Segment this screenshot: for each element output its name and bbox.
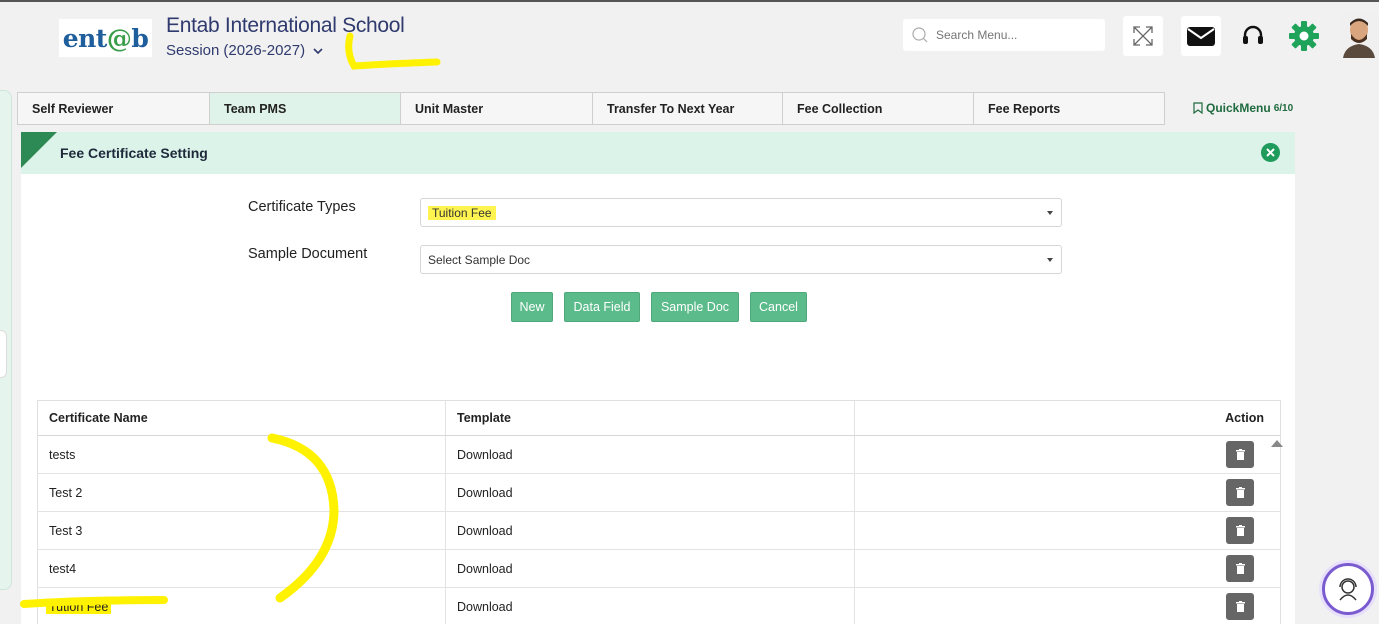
session-value: (2026-2027) (223, 42, 306, 59)
trash-icon (1235, 525, 1245, 536)
agent-icon (1339, 578, 1357, 601)
trash-icon (1235, 563, 1245, 574)
header-certificate-name: Certificate Name (38, 401, 446, 435)
table-row: Test 2 Download (38, 474, 1280, 512)
caret-down-icon (1047, 211, 1053, 215)
download-link[interactable]: Download (446, 512, 855, 549)
action-cell (855, 436, 1264, 473)
mail-icon (1187, 27, 1215, 46)
action-cell (855, 588, 1264, 624)
table-row: test4 Download (38, 550, 1280, 588)
session-label: Session (166, 42, 220, 59)
tab-transfer-to-next-year[interactable]: Transfer To Next Year (593, 93, 783, 124)
cancel-button[interactable]: Cancel (750, 292, 807, 322)
tab-team-pms[interactable]: Team PMS (210, 93, 401, 124)
search-input[interactable] (936, 28, 1096, 42)
user-avatar[interactable] (1339, 14, 1379, 58)
quickmenu-label: QuickMenu (1206, 101, 1271, 115)
certificate-types-select[interactable]: Tuition Fee (420, 198, 1062, 227)
download-link[interactable]: Download (446, 550, 855, 587)
session-selector[interactable]: Session (2026-2027) (166, 42, 323, 59)
certificate-name: Test 2 (38, 474, 446, 511)
header-action: Action (1225, 411, 1264, 425)
sample-document-label: Sample Document (248, 246, 368, 262)
bookmark-icon (1193, 102, 1203, 114)
new-button[interactable]: New (511, 292, 553, 322)
trash-icon (1235, 601, 1245, 612)
delete-button[interactable] (1226, 555, 1254, 582)
download-link[interactable]: Download (446, 474, 855, 511)
download-link[interactable]: Download (446, 588, 855, 624)
support-button[interactable] (1233, 16, 1273, 56)
tab-self-reviewer[interactable]: Self Reviewer (18, 93, 210, 124)
certificate-name: Test 3 (38, 512, 446, 549)
highlight-underline (20, 596, 168, 608)
sample-document-select[interactable]: Select Sample Doc (420, 245, 1062, 274)
chevron-down-icon (313, 47, 323, 54)
action-cell (855, 474, 1264, 511)
highlight-bracket (267, 433, 339, 603)
table-row: tests Download (38, 436, 1280, 474)
top-border (0, 0, 1379, 2)
chat-support-button[interactable] (1322, 563, 1374, 615)
action-cell (855, 550, 1264, 587)
headset-icon (1243, 25, 1263, 44)
certificate-name: test4 (38, 550, 446, 587)
close-icon (1266, 148, 1275, 157)
table-header: Certificate Name Template Action (38, 401, 1280, 436)
delete-button[interactable] (1226, 593, 1254, 620)
caret-down-icon (1047, 258, 1053, 262)
quickmenu-count: 6/10 (1273, 102, 1294, 114)
highlight-arrow (345, 32, 441, 70)
scroll-up-arrow[interactable] (1271, 440, 1283, 447)
certificate-types-label: Certificate Types (248, 199, 356, 215)
tab-fee-reports[interactable]: Fee Reports (974, 93, 1164, 124)
tab-unit-master[interactable]: Unit Master (401, 93, 593, 124)
corner-ribbon (21, 132, 57, 168)
school-logo[interactable]: ent@b (59, 19, 152, 57)
table-row: Tution Fee Download (38, 588, 1280, 624)
quickmenu-link[interactable]: QuickMenu 6/10 (1193, 101, 1293, 115)
panel-header: Fee Certificate Setting (21, 132, 1295, 174)
delete-button[interactable] (1226, 441, 1254, 468)
trash-icon (1235, 487, 1245, 498)
download-link[interactable]: Download (446, 436, 855, 473)
side-panel-toggle[interactable] (0, 330, 7, 378)
search-icon (912, 27, 928, 43)
action-cell (855, 512, 1264, 549)
header-template: Template (446, 401, 855, 435)
certificate-name: tests (38, 436, 446, 473)
search-box[interactable] (903, 19, 1105, 51)
table-row: Test 3 Download (38, 512, 1280, 550)
logo-text: ent@b (62, 23, 149, 53)
profile-photo (1339, 14, 1379, 58)
delete-button[interactable] (1226, 479, 1254, 506)
data-field-button[interactable]: Data Field (564, 292, 640, 322)
fullscreen-button[interactable] (1123, 16, 1163, 56)
module-tabs: Self Reviewer Team PMS Unit Master Trans… (17, 92, 1165, 125)
close-button[interactable] (1261, 143, 1280, 162)
sample-doc-button[interactable]: Sample Doc (651, 292, 739, 322)
certificate-types-value: Tuition Fee (428, 205, 496, 220)
expand-icon (1133, 26, 1153, 46)
delete-button[interactable] (1226, 517, 1254, 544)
gear-icon (1289, 21, 1319, 51)
trash-icon (1235, 449, 1245, 460)
fee-certificate-panel: Fee Certificate Setting Certificate Type… (21, 132, 1295, 624)
mail-button[interactable] (1181, 16, 1221, 56)
settings-button[interactable] (1284, 16, 1324, 56)
tab-fee-collection[interactable]: Fee Collection (783, 93, 974, 124)
sample-document-value: Select Sample Doc (428, 252, 531, 267)
certificate-table: Certificate Name Template Action tests D… (37, 400, 1281, 624)
panel-title: Fee Certificate Setting (60, 145, 208, 161)
